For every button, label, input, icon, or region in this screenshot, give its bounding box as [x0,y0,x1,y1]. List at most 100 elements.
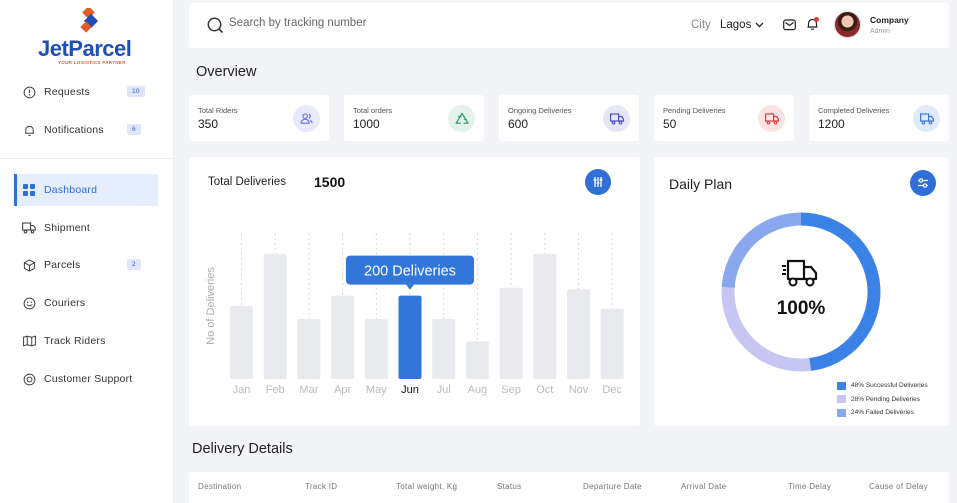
stat-card-ongoing-deliveries[interactable]: Ongoing Deliveries 600 [499,95,639,141]
stat-value: 1200 [818,117,845,131]
stat-label: Total Riders [198,106,238,115]
recycle-icon [448,105,475,132]
sliders-icon [593,177,603,187]
x-tick-label: Dec [602,384,622,396]
grid-icon [22,183,36,197]
legend-label: 28% Pending Deliveries [851,395,921,403]
bar-oct [533,253,557,379]
stat-card-total-orders[interactable]: Total orders 1000 [344,95,484,141]
column-header[interactable]: Status [497,482,521,491]
legend-label: 48% Successful Deliveries [851,382,928,390]
brand-name: JetParcel [38,36,132,61]
tooltip-text: 200 Deliveries [364,264,456,280]
bar-may [364,319,388,379]
deliveries-bar-chart: No of Deliveries Jan Feb Mar Apr May Jun Jul Aug… [205,233,624,396]
stat-card-pending-deliveries[interactable]: Pending Deliveries 50 [654,95,794,141]
column-header[interactable]: Total weight, Kg [396,482,457,491]
city-select[interactable]: Lagos [720,19,764,31]
brand-logo[interactable]: JetParcel YOUR LOGISTICS PARTNER [38,6,138,68]
stat-card-total-riders[interactable]: Total Riders 350 [189,95,329,141]
chevron-down-icon [755,22,764,28]
column-header[interactable]: Cause of Delay [869,482,928,491]
truck-icon [913,105,940,132]
x-tick-label: Jan [233,384,251,396]
legend-item: 48% Successful Deliveries [837,379,928,393]
x-tick-label: Feb [266,384,285,396]
bar-feb [263,253,287,379]
stat-value: 350 [198,117,219,131]
delivery-details-title: Delivery Details [192,441,293,457]
alert-circle-icon [22,85,36,99]
chart-title: Total Deliveries [208,176,286,188]
legend-swatch [837,408,846,417]
bar-sep [499,287,523,379]
stat-value: 1000 [353,117,380,131]
column-header[interactable]: Destination [198,482,241,491]
sidebar-item-customer-support[interactable]: Customer Support [14,363,158,395]
column-header[interactable]: Track ID [305,482,337,491]
overview-title: Overview [196,64,257,80]
sidebar-item-parcels[interactable]: Parcels 2 [14,249,158,281]
user-role: Admin [870,28,890,35]
sidebar-item-dashboard[interactable]: Dashboard [14,174,158,206]
bar-aug [465,341,489,379]
chart-filter-button[interactable] [585,169,611,195]
sidebar-divider [0,158,174,159]
legend-label: 24% Failed Deliveries [851,409,914,417]
truck-icon [758,105,785,132]
mail-icon[interactable] [783,19,796,31]
column-header[interactable]: Arrival Date [681,482,726,491]
x-tick-label: Sep [501,384,521,396]
map-icon [22,334,36,348]
stat-label: Total orders [353,106,393,115]
sidebar-item-label: Dashboard [44,184,98,196]
bar-mar [297,319,321,379]
sidebar-item-notifications[interactable]: Notifications 6 [14,114,158,146]
sidebar: JetParcel YOUR LOGISTICS PARTNER Request… [0,0,174,503]
sidebar-item-label: Requests [44,86,90,98]
stat-card-completed-deliveries[interactable]: Completed Deliveries 1200 [809,95,949,141]
daily-plan-card: Daily Plan 100% 48% Successful Deliverie… [654,157,949,426]
column-header[interactable]: Time Delay [788,482,831,491]
x-tick-label: Mar [299,384,318,396]
sidebar-item-shipment[interactable]: Shipment [14,212,158,244]
legend-swatch [837,381,846,390]
bar-jul [432,319,456,379]
x-tick-label: Jul [437,384,451,396]
stat-label: Pending Deliveries [663,106,726,115]
daily-plan-percent: 100% [776,298,826,319]
x-tick-label: May [366,384,387,396]
box-icon [22,258,36,272]
total-deliveries-card: No of Deliveries Jan Feb Mar Apr May Jun Jul Aug… [189,157,640,426]
sidebar-item-couriers[interactable]: Couriers [14,287,158,319]
daily-plan-settings-button[interactable] [910,170,936,196]
requests-count-badge: 10 [127,86,145,97]
y-axis-label: No of Deliveries [205,267,217,345]
stat-value: 50 [663,117,677,131]
riders-icon [293,105,320,132]
sidebar-item-label: Couriers [44,297,86,309]
sidebar-item-track-riders[interactable]: Track Riders [14,325,158,357]
daily-plan-title: Daily Plan [669,176,733,192]
brand-tagline: YOUR LOGISTICS PARTNER [58,60,126,65]
logo-mark-icon [80,8,99,33]
bar-jan [230,306,253,379]
chart-total: 1500 [314,174,346,190]
column-header[interactable]: Departure Date [583,482,642,491]
bar-dec [600,308,624,379]
sidebar-item-requests[interactable]: Requests 10 [14,76,158,108]
notification-dot [814,17,819,22]
search-input[interactable] [229,17,479,29]
x-tick-label: Jun [401,384,419,396]
avatar[interactable] [834,11,861,38]
legend-swatch [837,395,846,404]
x-tick-label: Nov [569,384,589,396]
stat-value: 600 [508,117,529,131]
delivery-details-table-header: Destination Track ID Total weight, Kg St… [189,472,949,503]
search-icon[interactable] [207,17,224,34]
stat-label: Ongoing Deliveries [508,106,572,115]
sidebar-item-label: Notifications [44,124,104,136]
parcels-count-badge: 2 [127,259,141,270]
notifications-count-badge: 6 [127,124,141,135]
daily-plan-donut-chart [721,212,881,372]
